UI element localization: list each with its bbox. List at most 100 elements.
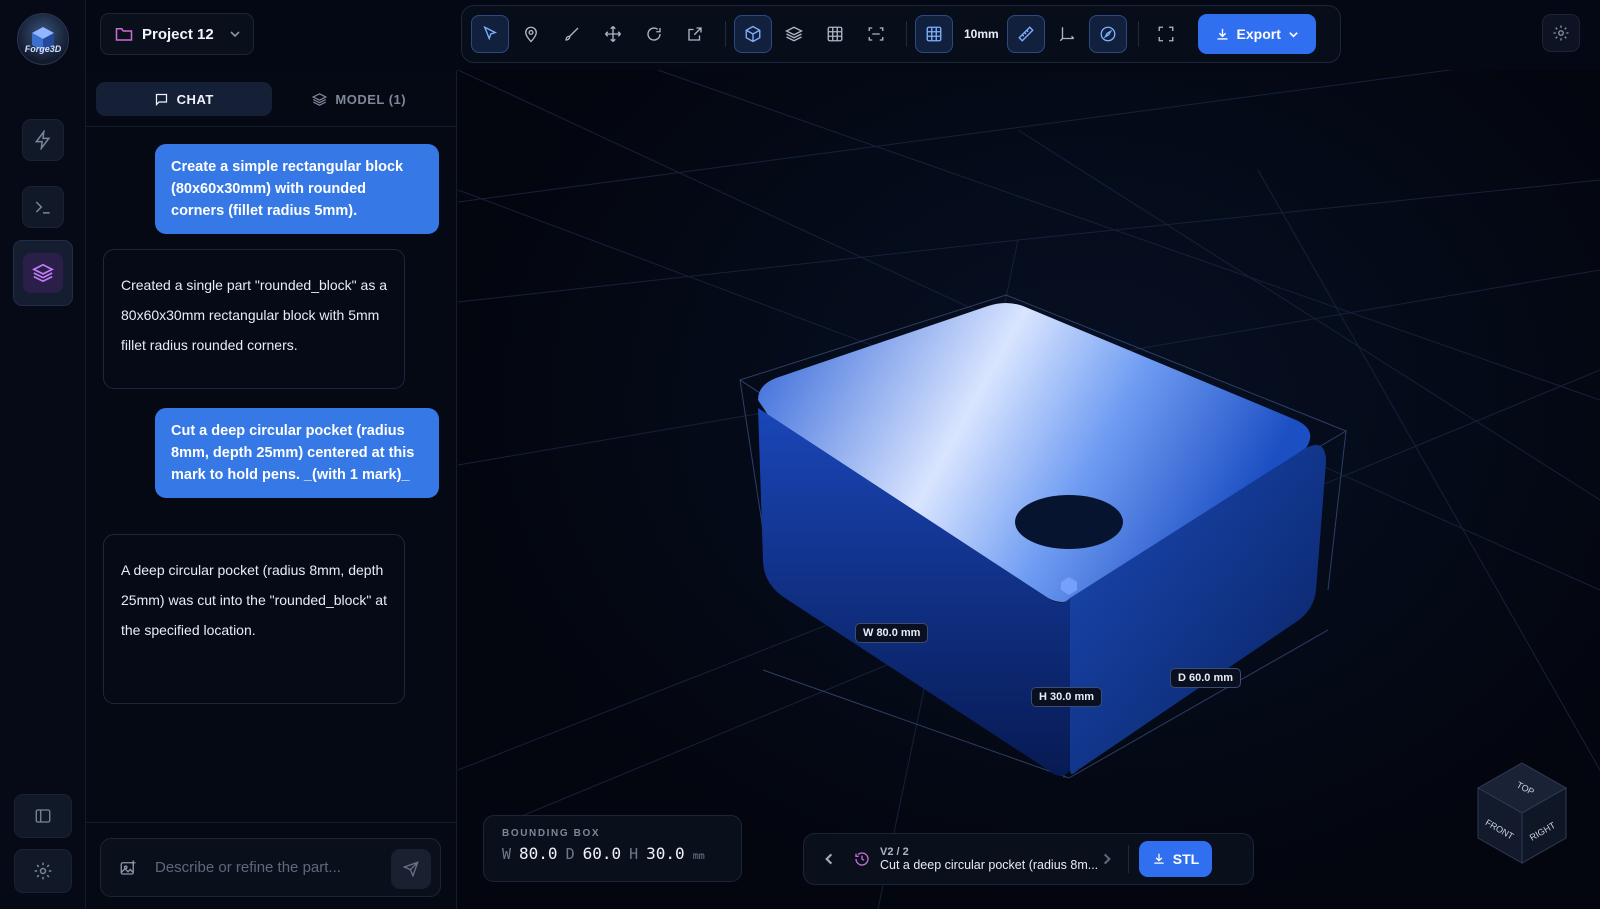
compass-icon: [1100, 26, 1116, 42]
toolbar-separator: [1137, 21, 1139, 47]
app-window: Forge3D Project 12 10mm Export CHAT MODE…: [0, 0, 1600, 909]
folder-icon: [115, 28, 133, 41]
scan-icon: [868, 27, 884, 41]
pointer-icon: [483, 25, 498, 41]
depth-dimension-label: D 60.0 mm: [1170, 668, 1242, 688]
move-tool[interactable]: [594, 15, 632, 53]
sidebar-toggle-icon: [35, 809, 51, 823]
gear-icon: [1553, 25, 1569, 41]
draw-tool[interactable]: [553, 15, 591, 53]
toolbar-separator: [725, 21, 726, 47]
bounding-box-panel: BOUNDING BOX W 80.0 D 60.0 H 30.0 mm: [483, 815, 742, 882]
viewport-settings-button[interactable]: [1542, 14, 1580, 52]
tab-chat[interactable]: CHAT: [96, 82, 272, 116]
pin-tool[interactable]: [512, 15, 550, 53]
send-icon: [403, 861, 419, 877]
bbox-w-key: W: [502, 845, 512, 863]
prompt-input[interactable]: [155, 859, 375, 876]
chevron-left-icon[interactable]: [822, 852, 836, 866]
axes-icon: [1059, 27, 1074, 42]
select-tool[interactable]: [471, 15, 509, 53]
bounding-box-values: W 80.0 D 60.0 H 30.0 mm: [502, 844, 723, 863]
axes-toggle[interactable]: [1048, 15, 1086, 53]
layers-icon: [32, 263, 54, 283]
export-label: Export: [1236, 26, 1281, 42]
bbox-h-value: 30.0: [646, 844, 685, 863]
chat-bubble-icon: [155, 93, 167, 106]
project-selector[interactable]: Project 12: [100, 13, 254, 55]
scale-icon: [688, 27, 702, 41]
layers-button-inner: [23, 253, 63, 293]
lightning-icon: [34, 130, 51, 150]
bbox-d-key: D: [565, 845, 575, 863]
user-message: Create a simple rectangular block (80x60…: [155, 144, 439, 234]
send-button[interactable]: [391, 849, 431, 889]
bbox-w-value: 80.0: [519, 844, 558, 863]
tab-chat-label: CHAT: [176, 91, 214, 107]
cube-icon: [745, 25, 761, 43]
terminal-button[interactable]: [22, 186, 64, 228]
fullscreen-button[interactable]: [1147, 15, 1185, 53]
circular-pocket: [1015, 495, 1123, 549]
layers-icon: [312, 92, 328, 106]
gear-icon: [34, 862, 52, 880]
tab-model[interactable]: MODEL (1): [272, 82, 448, 116]
version-label: V2 / 2: [880, 846, 909, 858]
stl-label: STL: [1172, 851, 1200, 867]
bbox-unit: mm: [692, 851, 705, 862]
attach-image-icon[interactable]: [119, 859, 137, 877]
toolbar-separator: [906, 21, 907, 47]
left-rail: Forge3D: [0, 0, 86, 909]
chat-panel: CHAT MODEL (1) Create a simple rectangul…: [86, 70, 457, 909]
brush-icon: [565, 27, 579, 41]
assistant-message: A deep circular pocket (radius 8mm, dept…: [103, 534, 405, 704]
project-name: Project 12: [142, 25, 214, 43]
chevron-down-icon: [230, 31, 240, 38]
tab-divider: [86, 126, 457, 127]
3d-viewport[interactable]: W 80.0 mm H 30.0 mm D 60.0 mm TOP FRONT …: [458, 70, 1600, 909]
chevron-down-icon: [1289, 31, 1298, 38]
history-icon: [855, 852, 869, 866]
rotate-icon: [647, 27, 661, 41]
scene-canvas: [458, 70, 1600, 909]
prompt-input-box: [100, 838, 441, 897]
terminal-icon: [35, 201, 50, 214]
export-button[interactable]: Export: [1197, 14, 1316, 54]
height-dimension-label: H 30.0 mm: [1031, 687, 1103, 707]
main-toolbar: 10mm Export: [461, 5, 1341, 63]
bounding-box-title: BOUNDING BOX: [502, 828, 601, 839]
input-divider: [86, 822, 457, 823]
app-logo[interactable]: Forge3D: [17, 13, 69, 65]
download-icon: [1154, 853, 1164, 864]
chevron-right-icon[interactable]: [1100, 852, 1114, 866]
section-toggle[interactable]: [857, 15, 895, 53]
version-description: Cut a deep circular pocket (radius 8m...: [880, 858, 1099, 872]
grid-icon: [926, 26, 942, 42]
version-bar: V2 / 2 Cut a deep circular pocket (radiu…: [803, 833, 1254, 885]
layers-view-toggle[interactable]: [775, 15, 813, 53]
grid-toggle[interactable]: [915, 15, 953, 53]
fullscreen-icon: [1158, 26, 1174, 42]
view-cube[interactable]: TOP FRONT RIGHT: [1472, 758, 1572, 870]
solid-view-toggle[interactable]: [734, 15, 772, 53]
version-separator: [1128, 845, 1129, 873]
compass-toggle[interactable]: [1088, 15, 1127, 53]
width-dimension-label: W 80.0 mm: [855, 623, 929, 643]
layers-button[interactable]: [13, 240, 73, 306]
bbox-h-key: H: [629, 845, 639, 863]
measure-tool[interactable]: [1006, 15, 1045, 53]
settings-button[interactable]: [14, 849, 72, 893]
sidebar-toggle-button[interactable]: [14, 794, 72, 838]
scale-tool[interactable]: [676, 15, 714, 53]
lightning-button[interactable]: [22, 119, 64, 161]
grid-size-label[interactable]: 10mm: [956, 27, 1007, 41]
download-stl-button[interactable]: STL: [1139, 841, 1212, 877]
rotate-tool[interactable]: [635, 15, 673, 53]
user-message: Cut a deep circular pocket (radius 8mm, …: [155, 408, 439, 498]
grid-table-icon: [827, 26, 843, 42]
wireframe-toggle[interactable]: [816, 15, 854, 53]
assistant-message: Created a single part "rounded_block" as…: [103, 249, 405, 389]
tab-model-label: MODEL (1): [335, 91, 407, 107]
panel-tabs: CHAT MODEL (1): [96, 82, 447, 116]
ruler-icon: [1017, 26, 1034, 42]
